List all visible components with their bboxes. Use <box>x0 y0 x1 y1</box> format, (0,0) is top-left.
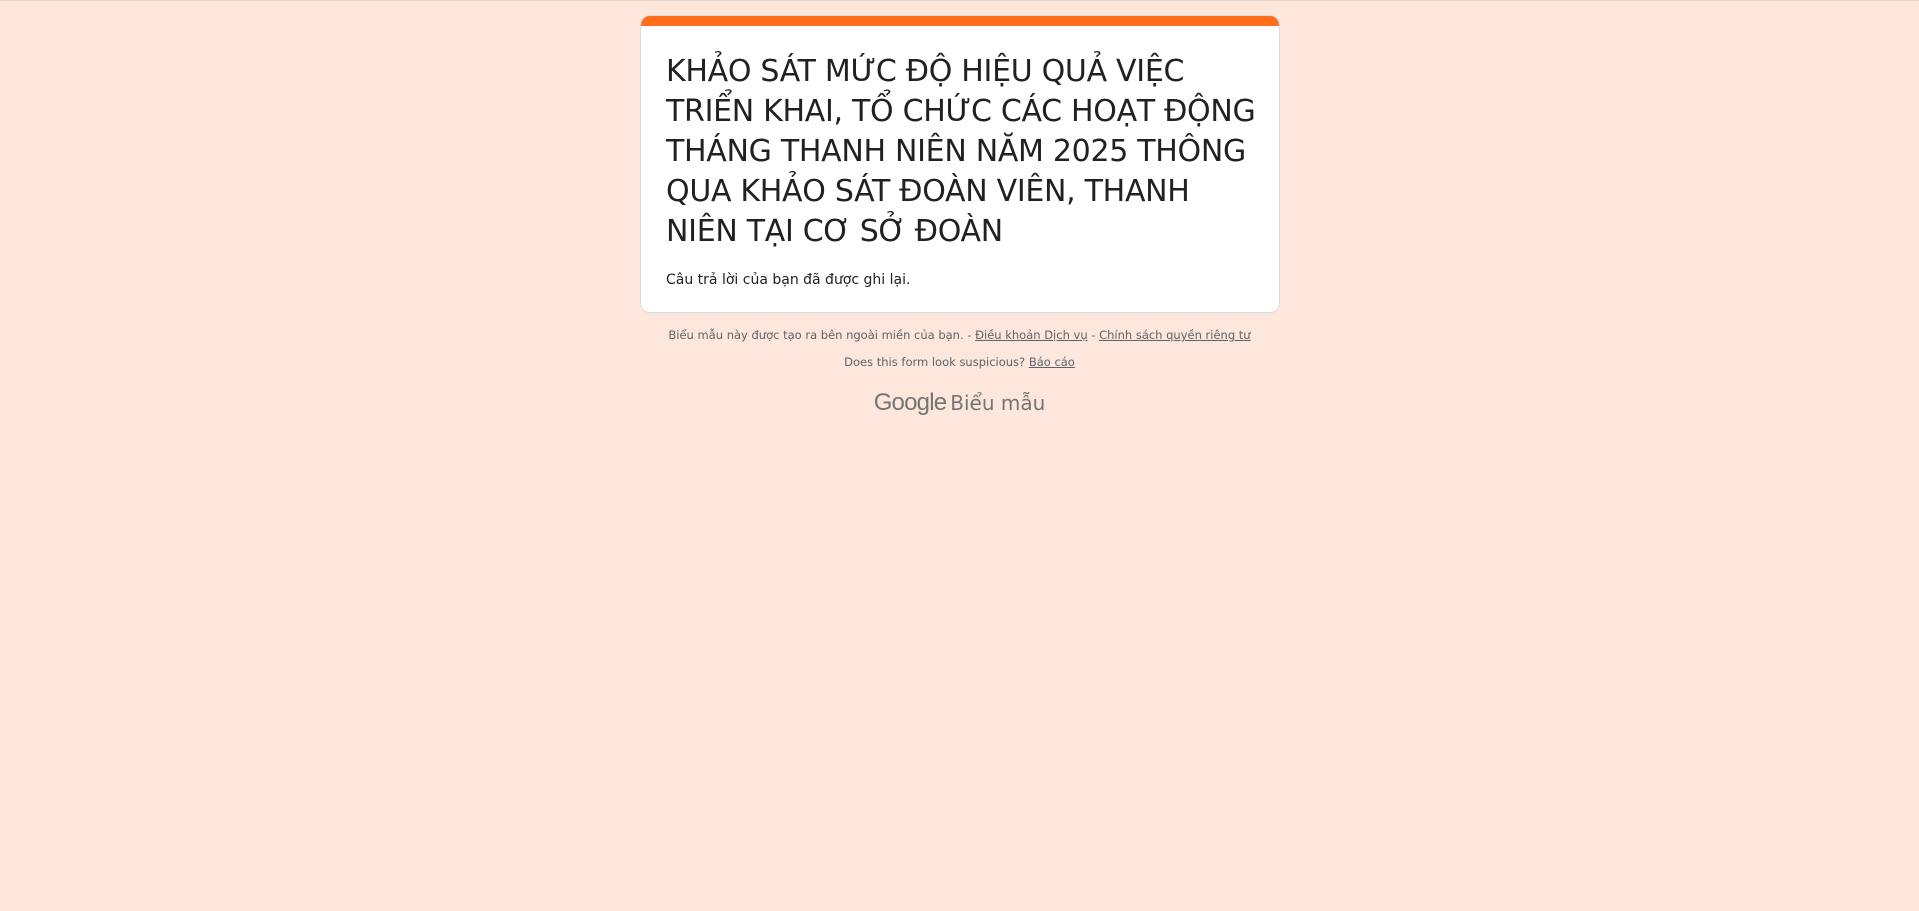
privacy-policy-link[interactable]: Chính sách quyền riêng tư <box>1099 328 1251 342</box>
suspicious-question-text: Does this form look suspicious? <box>844 355 1026 369</box>
forms-product-name: Biểu mẫu <box>950 391 1046 415</box>
form-confirmation-card: KHẢO SÁT MỨC ĐỘ HIỆU QUẢ VIỆC TRIỂN KHAI… <box>640 15 1280 313</box>
report-abuse-link[interactable]: Báo cáo <box>1029 355 1075 369</box>
form-title: KHẢO SÁT MỨC ĐỘ HIỆU QUẢ VIỆC TRIỂN KHAI… <box>666 54 1256 249</box>
footer-disclaimer-text: Biểu mẫu này được tạo ra bên ngoài miền … <box>668 328 972 342</box>
footer-report-line: Does this form look suspicious? Báo cáo <box>0 355 1919 369</box>
card-body: KHẢO SÁT MỨC ĐỘ HIỆU QUẢ VIỆC TRIỂN KHAI… <box>666 52 1266 290</box>
terms-of-service-link[interactable]: Điều khoản Dịch vụ <box>975 328 1088 342</box>
footer-separator: - <box>1091 328 1096 342</box>
page: KHẢO SÁT MỨC ĐỘ HIỆU QUẢ VIỆC TRIỂN KHAI… <box>0 0 1919 911</box>
google-wordmark: Google <box>873 389 947 416</box>
footer-disclaimer-line: Biểu mẫu này được tạo ra bên ngoài miền … <box>0 328 1919 342</box>
google-forms-logo-link[interactable]: Google Biểu mẫu <box>0 389 1919 417</box>
confirmation-message: Câu trả lời của bạn đã được ghi lại. <box>666 272 911 288</box>
card-accent-bar <box>641 16 1279 26</box>
